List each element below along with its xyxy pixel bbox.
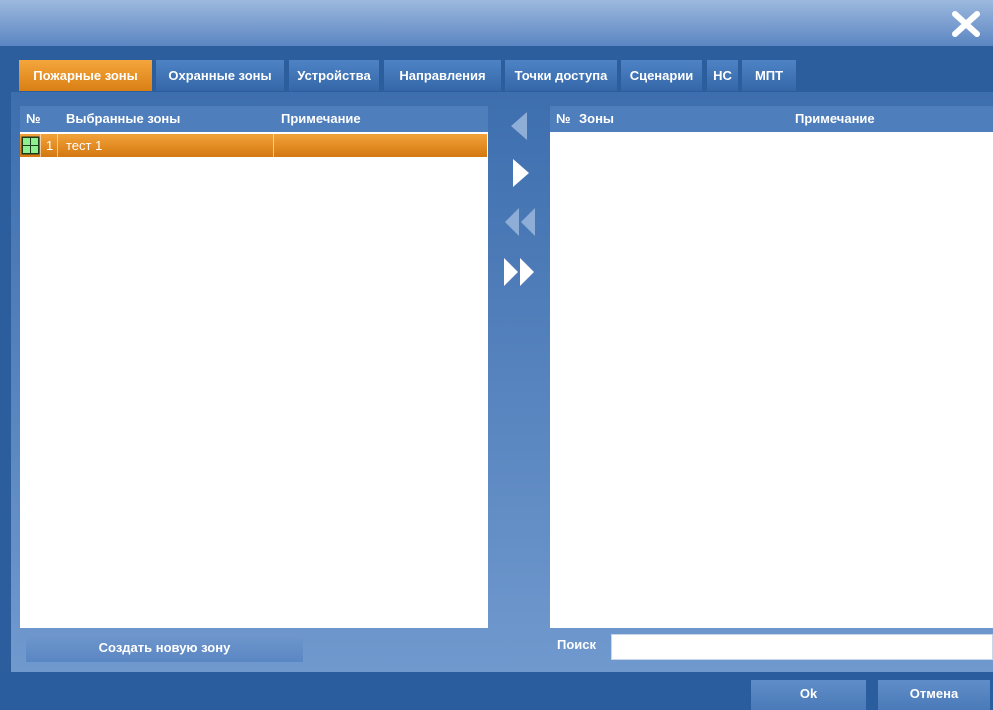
arrow-left-icon[interactable] [510,112,528,140]
ok-button[interactable]: Ok [751,680,866,710]
tab-security-zones[interactable]: Охранные зоны [156,60,284,91]
row-note [274,134,487,157]
tab-scenarios[interactable]: Сценарии [621,60,702,91]
zone-selection-dialog: Пожарные зоны Охранные зоны Устройства Н… [0,0,993,710]
header-num[interactable]: № [556,106,571,132]
arrow-right-icon[interactable] [512,159,530,187]
selected-zones-table: № Выбранные зоны Примечание 1 тест 1 [20,106,488,628]
close-icon[interactable] [951,10,981,38]
row-num: 1 [41,134,58,157]
zone-grid-icon [20,134,41,157]
create-zone-button[interactable]: Создать новую зону [26,634,303,662]
search-input[interactable] [611,634,993,660]
double-arrow-left-icon[interactable] [504,208,536,236]
tab-access-points[interactable]: Точки доступа [505,60,617,91]
table-row[interactable]: 1 тест 1 [20,134,487,157]
tab-devices[interactable]: Устройства [289,60,379,91]
tab-ns[interactable]: НС [707,60,738,91]
tab-fire-zones[interactable]: Пожарные зоны [19,60,152,91]
table-header: № Зоны Примечание [550,106,993,132]
table-body: 1 тест 1 [20,132,488,628]
header-selected-zones[interactable]: Выбранные зоны [66,106,180,132]
tab-mpt[interactable]: МПТ [742,60,796,91]
double-arrow-right-icon[interactable] [503,258,535,286]
table-header: № Выбранные зоны Примечание [20,106,488,132]
cancel-button[interactable]: Отмена [878,680,990,710]
tab-directions[interactable]: Направления [384,60,501,91]
header-num[interactable]: № [26,106,41,132]
header-zones[interactable]: Зоны [579,106,614,132]
header-note[interactable]: Примечание [281,106,361,132]
row-zone-name: тест 1 [58,134,274,157]
title-bar [0,0,993,46]
search-label: Поиск [557,637,597,652]
table-body [550,132,993,628]
header-note[interactable]: Примечание [795,106,875,132]
available-zones-table: № Зоны Примечание [550,106,993,628]
